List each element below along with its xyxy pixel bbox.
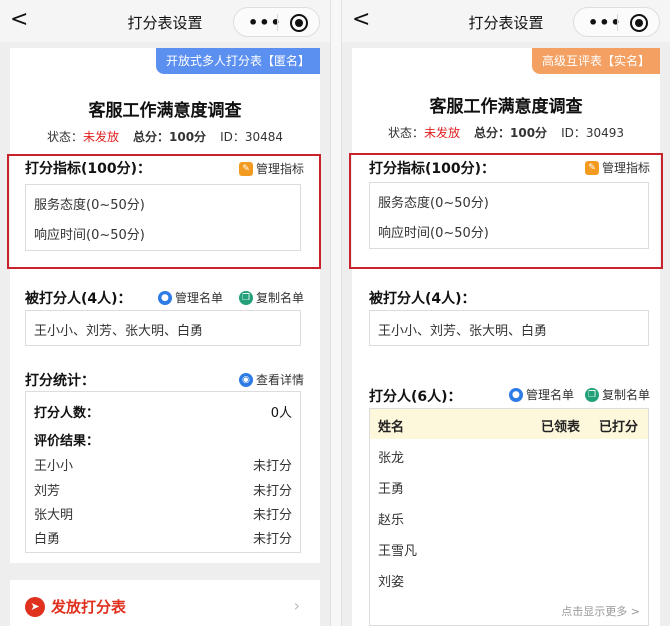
dispatch-card[interactable]: ➤ 发放打分表 ›	[10, 580, 320, 626]
indicators-highlight-frame	[7, 154, 321, 269]
result-status: 未打分	[252, 484, 292, 499]
survey-card: 高级互评表【实名】 客服工作满意度调查 状态：未发放 总分：100分 ID：3049…	[352, 48, 660, 626]
survey-title: 客服工作满意度调查	[429, 97, 583, 117]
user-icon: ●	[157, 290, 172, 305]
close-icon[interactable]	[630, 14, 648, 32]
survey-id: ID：30484	[220, 130, 284, 144]
survey-card: 开放式多人打分表【匿名】 客服工作满意度调查 状态：未发放 总分：100分 ID：3…	[10, 48, 320, 563]
table-row: 刘姿	[378, 575, 405, 590]
scorer-count-row: 打分人数： 0人	[34, 402, 292, 421]
copy-list-button[interactable]: ❐ 复制名单	[238, 289, 304, 306]
scorees-title: 被打分人(4人)：	[369, 291, 476, 307]
mini-program-capsule: •••	[573, 7, 660, 37]
capsule-divider	[617, 14, 618, 31]
result-row: 张大明 未打分	[34, 504, 292, 523]
manage-list-button[interactable]: ● 管理名单	[508, 386, 574, 403]
result-row: 王小小 未打分	[34, 455, 292, 474]
scorees-title: 被打分人(4人)：	[25, 291, 132, 307]
result-row: 刘芳 未打分	[34, 480, 292, 499]
table-row: 张龙	[378, 451, 405, 466]
result-status: 未打分	[252, 459, 292, 474]
scorees-names: 王小小、刘芳、张大明、白勇	[378, 324, 548, 339]
table-row: 王勇	[378, 482, 405, 497]
total-score: 总分：100分	[474, 126, 548, 140]
table-header: 姓名 已领表 已打分	[370, 409, 648, 439]
screen-divider	[330, 0, 342, 626]
header-name: 姓名	[378, 420, 405, 435]
scorers-table: 姓名 已领表 已打分 张龙 王勇 赵乐 王雪凡 刘姿 点击显示更多 >	[369, 408, 649, 626]
result-name: 刘芳	[34, 484, 61, 499]
result-status: 未打分	[252, 508, 292, 523]
mini-program-capsule: •••	[233, 7, 320, 37]
survey-meta: 状态：未发放 总分：100分 ID：30493	[352, 124, 660, 141]
status-label: 状态：	[387, 126, 424, 140]
status-value: 未发放	[423, 126, 460, 140]
form-type-tag: 开放式多人打分表【匿名】	[155, 48, 320, 74]
manage-list-button[interactable]: ● 管理名单	[157, 289, 223, 306]
indicators-highlight-frame	[349, 153, 663, 269]
scorer-count-value: 0人	[270, 406, 292, 421]
header-scored: 已打分	[599, 420, 639, 435]
stats-title: 打分统计：	[25, 373, 95, 389]
manage-list-label: 管理名单	[525, 388, 574, 402]
close-icon[interactable]	[290, 14, 308, 32]
nav-bar: < 打分表设置 •••	[0, 0, 330, 42]
result-label: 评价结果：	[34, 434, 100, 449]
result-status: 未打分	[252, 532, 292, 547]
stats-box: 打分人数： 0人 评价结果： 王小小 未打分 刘芳 未打分 张大明 未打分 白勇…	[25, 391, 301, 553]
send-icon: ➤	[25, 596, 45, 617]
user-icon: ●	[508, 387, 523, 402]
copy-list-label: 复制名单	[255, 291, 304, 305]
copy-icon: ❐	[238, 290, 253, 305]
scorees-box[interactable]: 王小小、刘芳、张大明、白勇	[369, 310, 649, 346]
capsule-divider	[277, 14, 278, 31]
nav-bar: < 打分表设置 •••	[342, 0, 670, 42]
view-details-button[interactable]: ◉ 查看详情	[238, 371, 304, 388]
status-label: 状态：	[46, 130, 83, 144]
result-name: 张大明	[34, 508, 74, 523]
survey-meta: 状态：未发放 总分：100分 ID：30484	[10, 128, 320, 145]
status-value: 未发放	[82, 130, 119, 144]
scorers-title: 打分人(6人)：	[369, 389, 462, 405]
scorees-names: 王小小、刘芳、张大明、白勇	[34, 324, 204, 339]
result-name: 王小小	[34, 459, 74, 474]
form-type-tag: 高级互评表【实名】	[531, 48, 660, 74]
copy-list-label: 复制名单	[601, 388, 650, 402]
survey-title: 客服工作满意度调查	[88, 101, 242, 121]
header-received: 已领表	[541, 420, 581, 435]
right-screen: < 打分表设置 ••• 高级互评表【实名】 客服工作满意度调查 状态：未发放 总分…	[342, 0, 670, 626]
show-more-link[interactable]: 点击显示更多 >	[561, 603, 640, 619]
eye-icon: ◉	[238, 372, 253, 387]
copy-list-button[interactable]: ❐ 复制名单	[584, 386, 650, 403]
scorees-box[interactable]: 王小小、刘芳、张大明、白勇	[25, 310, 301, 346]
table-row: 王雪凡	[378, 544, 418, 559]
left-screen: < 打分表设置 ••• 开放式多人打分表【匿名】 客服工作满意度调查 状态：未发…	[0, 0, 330, 626]
survey-id: ID：30493	[561, 126, 625, 140]
manage-list-label: 管理名单	[174, 291, 223, 305]
table-row: 赵乐	[378, 513, 405, 528]
result-row: 白勇 未打分	[34, 528, 292, 547]
dispatch-button[interactable]: ➤ 发放打分表	[25, 596, 126, 617]
result-name: 白勇	[34, 532, 61, 547]
copy-icon: ❐	[584, 387, 599, 402]
dispatch-label: 发放打分表	[51, 598, 127, 616]
scorer-count-label: 打分人数：	[34, 406, 100, 421]
total-score: 总分：100分	[133, 130, 207, 144]
view-details-label: 查看详情	[255, 373, 304, 387]
chevron-right-icon: ›	[293, 596, 300, 615]
